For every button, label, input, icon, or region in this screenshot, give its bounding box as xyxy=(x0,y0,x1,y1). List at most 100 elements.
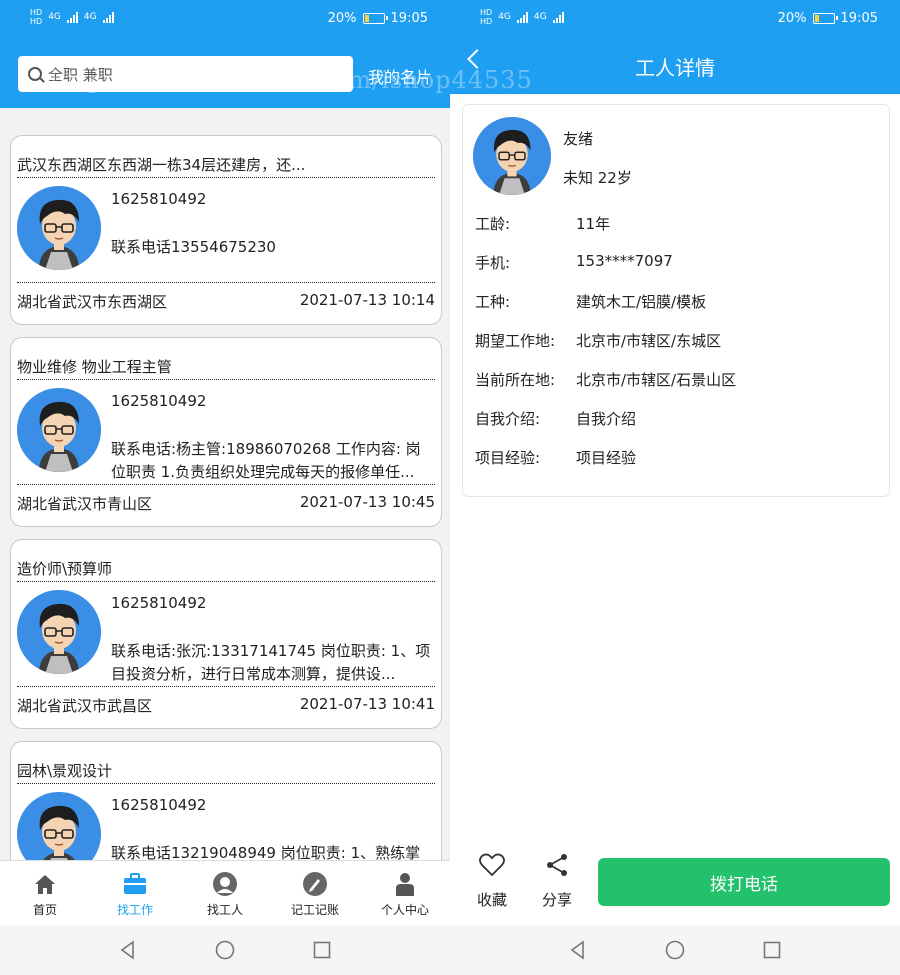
worker-search-icon xyxy=(213,872,237,896)
job-location: 湖北省武汉市青山区 xyxy=(17,495,153,513)
job-description: 联系电话:杨主管:18986070268 工作内容: 岗位职责 1.负责组织处理… xyxy=(111,440,421,481)
share-label: 分享 xyxy=(542,891,573,909)
tab-label: 首页 xyxy=(32,903,57,917)
detail-row-projects: 项目经验: 项目经验 xyxy=(475,447,636,468)
sim2-label: HD xyxy=(30,17,43,26)
detail-row-trade: 工种: 建筑木工/铝膜/模板 xyxy=(475,291,706,312)
job-description: 联系电话13554675230 xyxy=(111,238,276,256)
job-list-screen: HD HD 4G 4G 20% 19:05 全职 兼职 我的名片 武汉东西湖区东西… xyxy=(0,0,450,975)
job-footer: 湖北省武汉市东西湖区 2021-07-13 10:14 xyxy=(17,282,435,312)
avatar xyxy=(17,388,101,472)
job-title: 物业维修 物业工程主管 xyxy=(17,356,435,380)
search-icon xyxy=(28,67,42,81)
tab-find-job[interactable]: 找工作 xyxy=(90,861,180,925)
avatar xyxy=(17,590,101,674)
job-footer: 湖北省武汉市青山区 2021-07-13 10:45 xyxy=(17,484,435,514)
job-card[interactable]: 物业维修 物业工程主管 1625810492 联系电话:杨主管:18986070… xyxy=(10,337,442,527)
tab-ledger[interactable]: 记工记账 xyxy=(270,861,360,925)
signal-icon-2 xyxy=(102,11,114,23)
worker-name: 友绪 xyxy=(563,130,594,148)
detail-row-current-location: 当前所在地: 北京市/市辖区/石景山区 xyxy=(475,369,736,390)
battery-icon xyxy=(362,13,388,24)
share-button[interactable]: 分享 xyxy=(542,851,572,910)
tab-label: 找工人 xyxy=(206,903,243,917)
job-footer: 湖北省武汉市武昌区 2021-07-13 10:41 xyxy=(17,686,435,716)
job-id: 1625810492 xyxy=(111,392,207,410)
nav-back-icon[interactable] xyxy=(118,940,138,960)
avatar xyxy=(17,792,101,860)
tab-label: 找工作 xyxy=(116,903,153,917)
job-card[interactable]: 园林\景观设计 1625810492 联系电话13219048949 岗位职责:… xyxy=(10,741,442,860)
row-value: 建筑木工/铝膜/模板 xyxy=(576,293,707,311)
my-card-link[interactable]: 我的名片 xyxy=(368,64,432,88)
share-icon xyxy=(547,854,567,876)
row-label: 当前所在地: xyxy=(475,371,556,389)
detail-row-desired-location: 期望工作地: 北京市/市辖区/东城区 xyxy=(475,330,721,351)
search-placeholder: 全职 兼职 xyxy=(48,65,113,84)
nav-back-icon[interactable] xyxy=(568,940,588,960)
job-time: 2021-07-13 10:41 xyxy=(299,695,435,713)
call-button[interactable]: 拨打电话 xyxy=(598,858,890,906)
battery-percent: 20% xyxy=(327,11,357,26)
home-icon xyxy=(35,875,55,894)
tab-profile[interactable]: 个人中心 xyxy=(360,861,450,925)
job-id: 1625810492 xyxy=(111,796,207,814)
tab-find-worker[interactable]: 找工人 xyxy=(180,861,270,925)
network-label-2: 4G xyxy=(83,12,97,22)
job-description: 联系电话:张沉:13317141745 岗位职责: 1、项目投资分析，进行日常成… xyxy=(111,642,431,683)
job-card[interactable]: 武汉东西湖区东西湖一栋34层还建房，还... 1625810492 联系电话13… xyxy=(10,135,442,325)
action-bar: 收藏 分享 拨打电话 xyxy=(450,845,900,925)
job-description: 联系电话13219048949 岗位职责: 1、熟练掌 xyxy=(111,844,421,860)
nav-home-icon[interactable] xyxy=(665,940,685,960)
row-value: 北京市/市辖区/石景山区 xyxy=(576,371,737,389)
briefcase-icon xyxy=(124,873,146,894)
job-location: 湖北省武汉市东西湖区 xyxy=(17,293,168,311)
row-label: 手机: xyxy=(475,254,511,272)
sim2-label: HD xyxy=(480,17,493,26)
network-label-2: 4G xyxy=(533,12,547,22)
row-label: 项目经验: xyxy=(475,449,541,467)
nav-recents-icon[interactable] xyxy=(312,940,332,960)
favorite-button[interactable]: 收藏 xyxy=(477,851,507,910)
detail-row-experience: 工龄: 11年 xyxy=(475,213,610,234)
row-label: 期望工作地: xyxy=(475,332,556,350)
tab-home[interactable]: 首页 xyxy=(0,861,90,925)
sim1-label: HD xyxy=(30,8,43,17)
job-card[interactable]: 造价师\预算师 1625810492 联系电话:张沉:13317141745 岗… xyxy=(10,539,442,729)
signal-icon-2 xyxy=(552,11,564,23)
status-bar: HD HD 4G 4G 20% 19:05 xyxy=(450,0,900,38)
job-id: 1625810492 xyxy=(111,594,207,612)
row-value: 自我介绍 xyxy=(576,410,637,428)
job-time: 2021-07-13 10:45 xyxy=(299,493,435,511)
tab-label: 个人中心 xyxy=(380,903,429,917)
worker-avatar xyxy=(473,117,551,195)
job-location: 湖北省武汉市武昌区 xyxy=(17,697,153,715)
row-value: 11年 xyxy=(576,215,611,233)
favorite-label: 收藏 xyxy=(477,891,508,909)
search-input[interactable]: 全职 兼职 xyxy=(18,56,353,92)
job-title: 武汉东西湖区东西湖一栋34层还建房，还... xyxy=(17,154,435,178)
status-bar: HD HD 4G 4G 20% 19:05 xyxy=(0,0,450,38)
row-value: 项目经验 xyxy=(576,449,637,467)
nav-home-icon[interactable] xyxy=(215,940,235,960)
detail-header: 工人详情 xyxy=(450,38,900,94)
battery-icon xyxy=(812,13,838,24)
detail-row-phone: 手机: 153****7097 xyxy=(475,252,673,273)
battery-percent: 20% xyxy=(777,11,807,26)
row-value: 北京市/市辖区/东城区 xyxy=(576,332,722,350)
job-title: 园林\景观设计 xyxy=(17,760,435,784)
user-icon xyxy=(396,873,414,896)
clock: 19:05 xyxy=(840,11,878,26)
nav-recents-icon[interactable] xyxy=(762,940,782,960)
signal-icon xyxy=(66,11,78,23)
row-label: 自我介绍: xyxy=(475,410,541,428)
worker-detail-card: 友绪 未知 22岁 工龄: 11年 手机: 153****7097 工种: 建筑木工/… xyxy=(462,104,890,497)
row-value: 153****7097 xyxy=(576,252,673,270)
clock: 19:05 xyxy=(390,11,428,26)
tab-label: 记工记账 xyxy=(290,903,339,917)
job-title: 造价师\预算师 xyxy=(17,558,435,582)
detail-row-intro: 自我介绍: 自我介绍 xyxy=(475,408,636,429)
page-title: 工人详情 xyxy=(635,56,715,80)
job-list: 武汉东西湖区东西湖一栋34层还建房，还... 1625810492 联系电话13… xyxy=(0,108,450,860)
signal-icon xyxy=(516,11,528,23)
